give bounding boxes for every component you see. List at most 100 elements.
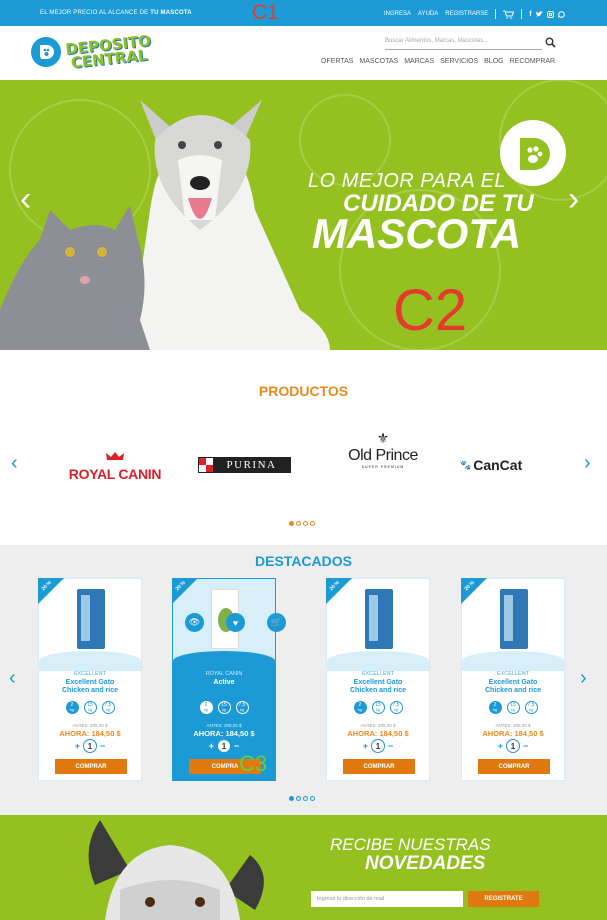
size-option[interactable]: 7,5 kg [524,701,538,714]
buy-button[interactable]: COMPRAR [478,759,550,774]
minus-button[interactable]: − [388,741,393,751]
size-option[interactable]: 2 kg [353,701,367,714]
size-option[interactable]: 7,5 kg [101,701,115,714]
logo-badge[interactable] [31,37,61,67]
nav-recomprar[interactable]: RECOMPRAR [510,58,556,65]
pagination-dot[interactable] [289,521,294,526]
pagination-dot[interactable] [303,521,308,526]
current-price: AHORA: 184,50 $ [482,729,544,738]
brand-purina[interactable]: PURINA [198,457,291,473]
product-card[interactable]: 20 % EXCELLENT Excellent Gato Chicken an… [326,578,430,781]
plus-button[interactable]: + [209,741,214,751]
facebook-icon[interactable]: f [529,11,531,18]
hero-prev-arrow[interactable]: ‹ [20,180,31,219]
social-links: f [529,10,565,18]
checkerboard-icon [199,458,213,472]
size-options: 2 kg 15 kg 7,5 kg [39,701,141,714]
brands-prev-arrow[interactable]: ‹ [11,452,18,475]
divider [521,9,523,19]
heart-icon[interactable]: ♥ [226,613,245,632]
help-link[interactable]: AYUDA [418,11,438,17]
featured-next-arrow[interactable]: › [580,667,587,690]
whatsapp-icon[interactable] [557,10,565,18]
size-option[interactable]: 2 kg [199,701,213,714]
nav-marcas[interactable]: MARCAS [404,58,434,65]
email-input[interactable]: Ingresa tu dirección de mail [311,891,463,907]
register-link[interactable]: REGISTRARSE [445,11,488,17]
product-bag-image [500,589,528,649]
card-wave [327,651,429,671]
brand-purina-label: PURINA [213,458,290,472]
product-card[interactable]: 20 % ROYAL CANIN Active 2 kg 15 kg 7,5 kg ANT… [172,578,286,781]
size-option[interactable]: 2 kg [488,701,502,714]
cart-icon[interactable]: 🛒 [267,613,286,632]
size-option[interactable]: 7,5 kg [389,701,403,714]
featured-title: DESTACADOS [255,553,352,569]
featured-pagination [289,796,315,801]
nav-mascotas[interactable]: MASCOTAS [359,58,398,65]
quantity-value[interactable]: 1 [217,739,231,753]
search-icon[interactable] [545,37,556,48]
quantity-value[interactable]: 1 [371,739,385,753]
plus-button[interactable]: + [75,741,80,751]
size-option[interactable]: 15 kg [506,701,520,714]
product-name: Active [213,679,235,686]
minus-button[interactable]: − [234,741,239,751]
plus-button[interactable]: + [498,741,503,751]
product-card[interactable]: 20 % EXCELLENT Excellent Gato Chicken an… [38,578,142,781]
featured-prev-arrow[interactable]: ‹ [9,667,16,690]
promo-prefix: EL MEJOR PRECIO AL ALCANCE DE [40,10,151,16]
product-brand: EXCELLENT [496,671,530,677]
cart-icon[interactable] [503,10,515,19]
size-option[interactable]: 15 kg [217,701,231,714]
current-price: AHORA: 184,50 $ [347,729,409,738]
brands-next-arrow[interactable]: › [584,452,591,475]
size-options: 2 kg 15 kg 7,5 kg [327,701,429,714]
size-option[interactable]: 2 kg [65,701,79,714]
nav-servicios[interactable]: SERVICIOS [440,58,478,65]
instagram-icon[interactable] [546,10,554,18]
buy-button[interactable]: COMPRAR [343,759,415,774]
brand-cancat[interactable]: 🐾 CanCat [460,457,522,473]
minus-button[interactable]: − [523,741,528,751]
products-title: PRODUCTOS [258,383,349,399]
quantity-value[interactable]: 1 [83,739,97,753]
pagination-dot[interactable] [296,796,301,801]
size-unit: kg [240,707,244,712]
brand-royal-canin[interactable]: ROYAL CANIN [68,448,162,482]
size-option[interactable]: 15 kg [83,701,97,714]
brand-old-prince[interactable]: ⚜ Old Prince SUPER PREMIUM [340,430,426,469]
size-unit: kg [358,707,362,712]
register-button[interactable]: REGISTRATE [468,891,539,907]
quantity-value[interactable]: 1 [506,739,520,753]
brand-old-prince-label: Old Prince [348,447,418,464]
search-input[interactable]: Buscar Alimentos, Marcas, Mascotas... [385,36,542,50]
pagination-dot[interactable] [303,796,308,801]
product-card[interactable]: 20 % EXCELLENT Excellent Gato Chicken an… [461,578,565,781]
pagination-dot[interactable] [310,521,315,526]
hero-line-3: MASCOTA [312,210,522,257]
pagination-dot[interactable] [289,796,294,801]
logo-text[interactable]: DEPOSITO CENTRAL [65,32,153,72]
divider [495,9,497,19]
size-unit: kg [376,707,380,712]
eye-icon[interactable]: 👁 [185,613,204,632]
size-unit: kg [529,707,533,712]
main-nav: OFERTAS MASCOTAS MARCAS SERVICIOS BLOG R… [321,58,555,65]
hero-next-arrow[interactable]: › [568,180,579,219]
minus-button[interactable]: − [100,741,105,751]
old-price: ANTES: 205,00 $ [360,723,396,728]
nav-ofertas[interactable]: OFERTAS [321,58,353,65]
nav-blog[interactable]: BLOG [484,58,503,65]
buy-button[interactable]: COMPRAR [55,759,127,774]
plus-button[interactable]: + [363,741,368,751]
pagination-dot[interactable] [296,521,301,526]
login-link[interactable]: INGRESA [384,11,411,17]
size-unit: kg [394,707,398,712]
annotation-c2: C2 [393,278,468,343]
size-option[interactable]: 7,5 kg [235,701,249,714]
size-option[interactable]: 15 kg [371,701,385,714]
pagination-dot[interactable] [310,796,315,801]
products-pagination [289,521,315,526]
twitter-icon[interactable] [535,11,543,17]
